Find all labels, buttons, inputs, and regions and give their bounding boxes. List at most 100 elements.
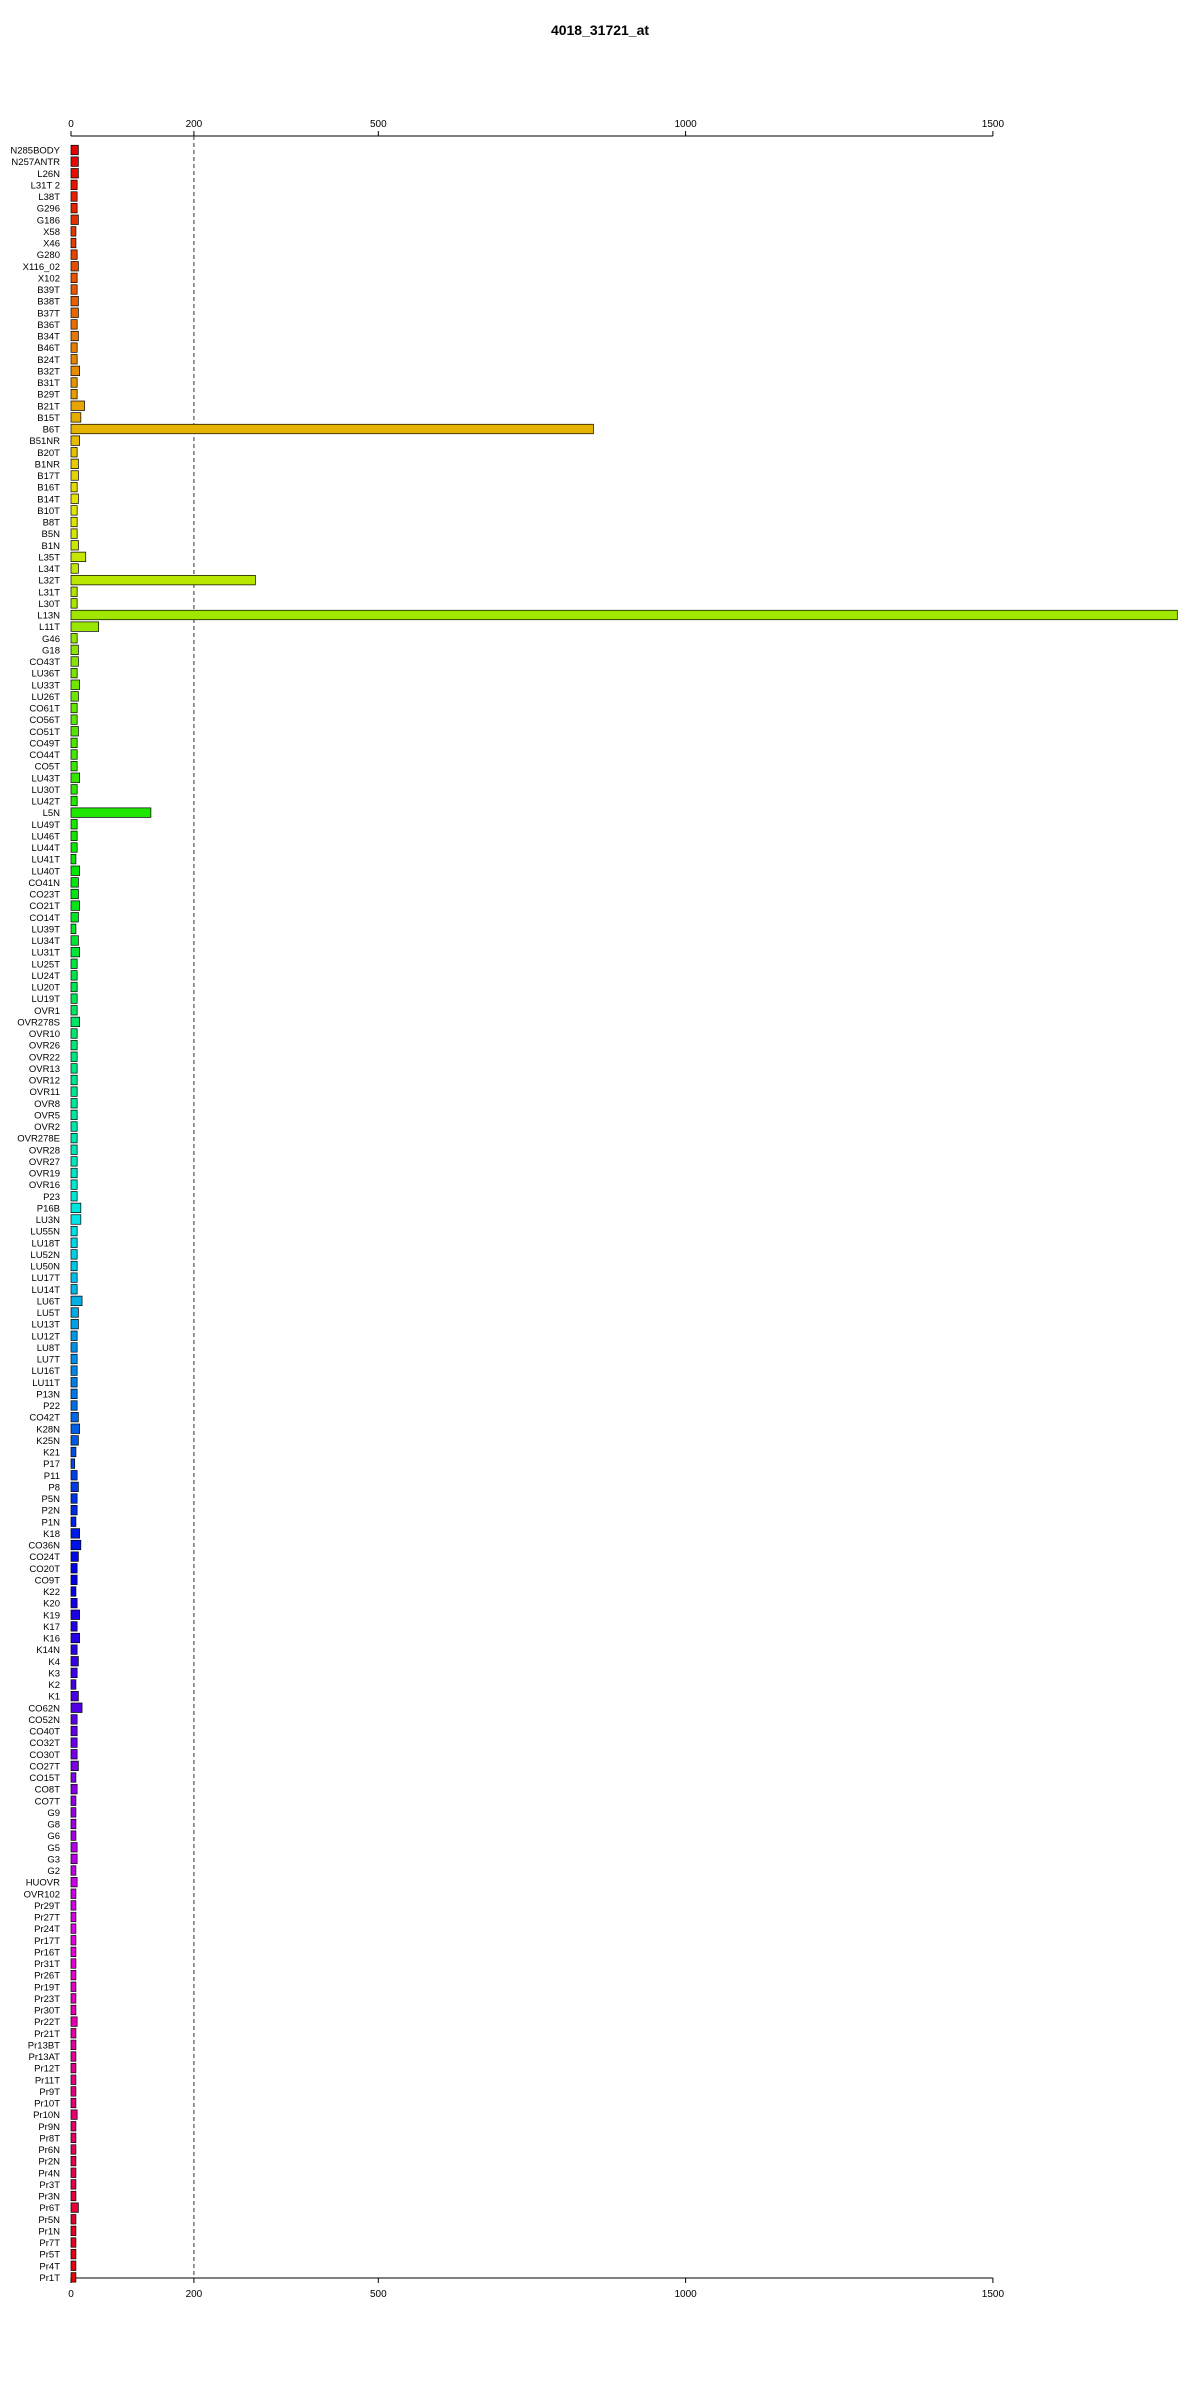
bar [70, 1714, 78, 1725]
bar [70, 1935, 77, 1946]
category-label: Pr21T [34, 2029, 60, 2040]
bar [70, 912, 79, 923]
category-label: Pr17T [34, 1936, 60, 1947]
category-label: G280 [37, 250, 60, 261]
bar [70, 621, 100, 632]
category-label: B38T [37, 297, 60, 308]
bar [70, 2237, 77, 2248]
category-label: Pr8T [39, 2133, 60, 2144]
category-label: CO41N [28, 878, 60, 889]
category-label: P2N [42, 1506, 61, 1517]
category-label: OVR5 [34, 1110, 60, 1121]
bar [70, 1470, 78, 1481]
bar [70, 1377, 78, 1388]
category-label: LU17T [31, 1273, 60, 1284]
category-label: Pr5N [38, 2215, 60, 2226]
category-label: CO49T [29, 738, 60, 749]
bar [70, 1272, 78, 1283]
bar [70, 528, 78, 539]
bar [70, 284, 78, 295]
bar [70, 1086, 78, 1097]
bar [70, 1760, 79, 1771]
bar [70, 214, 79, 225]
category-label: CO27T [29, 1761, 60, 1772]
bar [70, 1528, 80, 1539]
bar [70, 2202, 79, 2213]
bar [70, 1481, 79, 1492]
bar [70, 1923, 77, 1934]
category-label: LU52N [30, 1250, 60, 1261]
category-label: LU46T [31, 831, 60, 842]
bar [70, 1202, 82, 1213]
category-label: K18 [43, 1529, 60, 1540]
bar [70, 598, 78, 609]
bar [70, 1435, 79, 1446]
category-label: CO43T [29, 657, 60, 668]
category-label: OVR8 [34, 1099, 60, 1110]
x-axis-bottom: 0 200 500 1000 1500 [68, 2277, 1004, 2300]
category-label: G6 [47, 1831, 60, 1842]
bar [70, 1191, 78, 1202]
bar [70, 1691, 79, 1702]
bar [70, 1307, 79, 1318]
bar [70, 1295, 83, 1306]
bar [70, 1842, 78, 1853]
bar [70, 714, 78, 725]
category-label: OVR2 [34, 1122, 60, 1133]
bar [70, 1702, 83, 1713]
category-label: B39T [37, 285, 60, 296]
bar [70, 1807, 77, 1818]
category-label: OVR26 [29, 1041, 60, 1052]
category-label: LU11T [32, 1378, 60, 1389]
category-label: B10T [37, 506, 60, 517]
category-label: L11T [39, 622, 60, 633]
category-label: Pr13BT [28, 2040, 60, 2051]
bar [70, 1818, 77, 1830]
category-label: L31T 2 [31, 180, 60, 191]
category-label: L5N [43, 808, 61, 819]
category-label: N285BODY [10, 146, 60, 157]
top-axis-tick-label: 1500 [982, 119, 1005, 130]
bar [70, 1865, 77, 1876]
category-label: G8 [47, 1820, 60, 1831]
category-label: B29T [37, 390, 60, 401]
bar [70, 1877, 78, 1888]
category-label: N257ANTR [11, 157, 60, 168]
bar [70, 2004, 77, 2016]
bar [70, 493, 79, 504]
bar [70, 168, 79, 179]
category-label: Pr2N [38, 2157, 60, 2168]
bar [70, 865, 80, 876]
category-label: LU49T [31, 820, 60, 831]
category-label: B37T [37, 308, 60, 319]
bar [70, 1784, 78, 1795]
category-label: K14N [36, 1645, 60, 1656]
category-label: P22 [43, 1401, 60, 1412]
category-label: Pr7T [39, 2238, 60, 2249]
category-label: B21T [37, 401, 60, 412]
bottom-axis-tick-label: 200 [186, 2289, 203, 2300]
category-label: X102 [38, 273, 60, 284]
category-label: OVR278E [17, 1134, 60, 1145]
category-label: B8T [43, 518, 61, 529]
category-label: Pr1T [39, 2273, 60, 2284]
category-label: CO52N [28, 1715, 60, 1726]
category-label: L32T [38, 576, 60, 587]
category-label: X58 [43, 227, 60, 238]
category-label: CO56T [29, 715, 60, 726]
category-label: LU36T [31, 669, 60, 680]
bar [70, 1551, 79, 1562]
category-label: CO21T [29, 901, 60, 912]
category-label: B5N [42, 529, 61, 540]
category-label: B32T [37, 366, 60, 377]
bar [70, 1051, 78, 1062]
bar [70, 423, 594, 435]
category-label: LU18T [31, 1238, 60, 1249]
category-label: B14T [37, 494, 60, 505]
category-label: K2 [48, 1680, 60, 1691]
bar [70, 2121, 77, 2132]
category-label: OVR11 [30, 1087, 60, 1098]
bar [70, 1946, 77, 1957]
category-label: X46 [43, 239, 60, 250]
category-label: CO40T [29, 1727, 60, 1738]
